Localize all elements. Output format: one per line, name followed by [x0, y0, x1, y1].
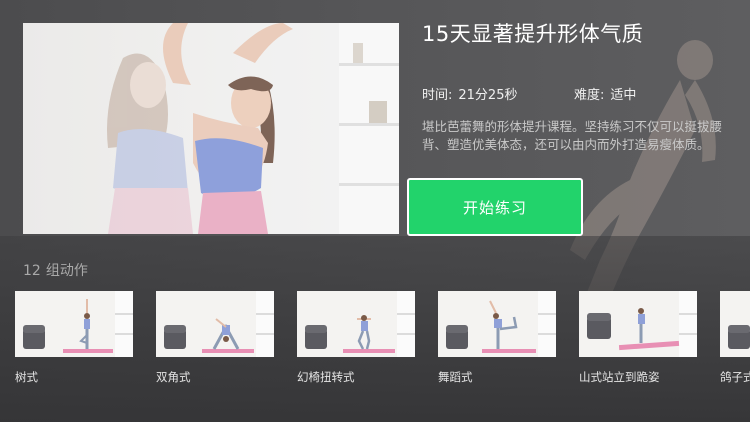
action-label: 鸽子式	[720, 370, 750, 384]
course-duration: 时间: 21分25秒	[422, 84, 517, 103]
action-card-tree-pose[interactable]: 树式	[15, 291, 133, 385]
action-label: 舞蹈式	[438, 370, 473, 384]
course-description: 堪比芭蕾舞的形体提升课程。坚持练习不仅可以挺拔腰背、塑造优美体态，还可以由内而外…	[422, 119, 723, 152]
difficulty-value: 适中	[610, 88, 637, 103]
action-card-double-angle[interactable]: 双角式	[156, 291, 274, 385]
dancer-pose-thumbnail	[438, 291, 556, 357]
action-card-pigeon[interactable]: 鸽子式	[720, 291, 750, 385]
action-list: 树式 双角式 幻椅扭转式 舞蹈式 山式站立到跪姿 鸽子式	[15, 291, 750, 401]
pigeon-pose-thumbnail	[720, 291, 750, 357]
course-cover-image	[23, 23, 399, 234]
tree-pose-thumbnail	[15, 291, 133, 357]
action-label: 幻椅扭转式	[297, 370, 355, 384]
mountain-to-kneel-thumbnail	[579, 291, 697, 357]
actions-count: 12	[23, 263, 41, 279]
duration-label: 时间:	[422, 88, 453, 103]
action-card-chair-twist[interactable]: 幻椅扭转式	[297, 291, 415, 385]
double-angle-pose-thumbnail	[156, 291, 274, 357]
course-detail-screen: 15天显著提升形体气质 时间: 21分25秒 难度: 适中 堪比芭蕾舞的形体提升课程…	[0, 0, 750, 422]
chair-twist-pose-thumbnail	[297, 291, 415, 357]
difficulty-label: 难度:	[574, 88, 605, 103]
start-practice-label: 开始练习	[462, 198, 527, 217]
duration-value: 21分25秒	[458, 88, 518, 103]
action-label: 双角式	[156, 370, 191, 384]
actions-count-label: 组动作	[45, 263, 88, 279]
action-card-mountain-to-kneel[interactable]: 山式站立到跪姿	[579, 291, 697, 385]
action-label: 山式站立到跪姿	[579, 370, 660, 384]
start-practice-button[interactable]: 开始练习	[407, 178, 583, 236]
action-label: 树式	[15, 370, 38, 384]
actions-section-title: 12 组动作	[23, 260, 88, 280]
action-card-dancer[interactable]: 舞蹈式	[438, 291, 556, 385]
course-difficulty: 难度: 适中	[574, 84, 636, 103]
course-title: 15天显著提升形体气质	[422, 22, 644, 46]
